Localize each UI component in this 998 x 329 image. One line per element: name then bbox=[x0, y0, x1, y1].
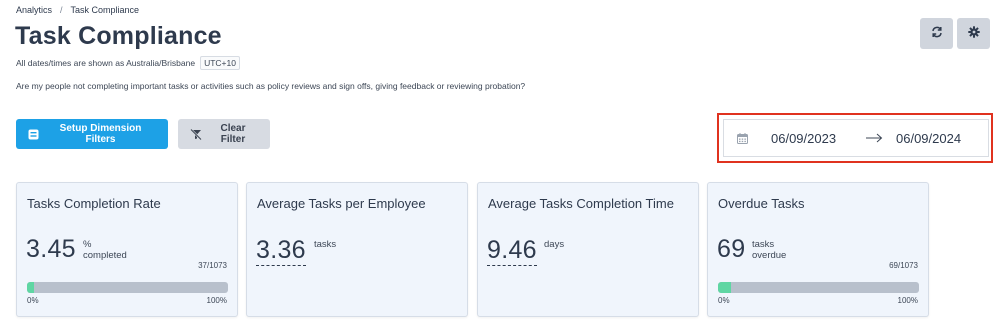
metric-card-title: Overdue Tasks bbox=[718, 196, 805, 211]
arrow-right-icon bbox=[865, 129, 883, 150]
settings-button[interactable] bbox=[957, 18, 990, 49]
date-range-end[interactable]: 06/09/2024 bbox=[896, 131, 961, 146]
progress-bar bbox=[27, 282, 228, 293]
progress-bar-fill bbox=[27, 282, 34, 293]
progress-max-label: 100% bbox=[897, 296, 918, 305]
date-range-start[interactable]: 06/09/2023 bbox=[771, 131, 836, 146]
date-range-picker[interactable]: 06/09/2023 06/09/2024 bbox=[723, 119, 989, 157]
breadcrumb: Analytics / Task Compliance bbox=[16, 5, 139, 15]
progress-min-label: 0% bbox=[27, 296, 39, 305]
metric-card-unit-line: completed bbox=[83, 250, 127, 261]
refresh-button[interactable] bbox=[920, 18, 953, 49]
filter-list-icon bbox=[28, 129, 39, 140]
metric-card-ratio: 37/1073 bbox=[198, 261, 227, 270]
filter-off-icon bbox=[190, 128, 202, 140]
page-title: Task Compliance bbox=[15, 22, 222, 50]
calendar-icon bbox=[737, 132, 748, 147]
progress-min-label: 0% bbox=[718, 296, 730, 305]
metric-card-unit: days bbox=[544, 239, 564, 250]
metric-card-completion-rate: Tasks Completion Rate 3.45 % completed 3… bbox=[16, 182, 238, 317]
metric-card-unit-line: % bbox=[83, 239, 92, 250]
setup-dimension-filters-label: Setup Dimension Filters bbox=[59, 123, 142, 145]
metric-card-value[interactable]: 3.36 bbox=[256, 235, 306, 266]
progress-bar bbox=[718, 282, 919, 293]
metric-card-value[interactable]: 9.46 bbox=[487, 235, 537, 266]
metric-card-unit-line: overdue bbox=[752, 250, 787, 261]
metric-card-unit: % completed bbox=[83, 239, 127, 261]
metric-card-value: 3.45 bbox=[26, 235, 76, 263]
setup-dimension-filters-button[interactable]: Setup Dimension Filters bbox=[16, 119, 168, 149]
breadcrumb-separator: / bbox=[60, 5, 63, 15]
page-description: Are my people not completing important t… bbox=[16, 81, 526, 91]
metric-card-unit: tasks bbox=[314, 239, 336, 250]
metric-card-unit-line: tasks bbox=[314, 239, 337, 250]
gear-icon bbox=[967, 26, 980, 41]
metric-card-title: Tasks Completion Rate bbox=[27, 196, 161, 211]
metric-card-overdue-tasks: Overdue Tasks 69 tasks overdue 69/1073 0… bbox=[707, 182, 929, 317]
metric-card-title: Average Tasks per Employee bbox=[257, 196, 426, 211]
metric-card-title: Average Tasks Completion Time bbox=[488, 196, 674, 211]
metric-card-ratio: 69/1073 bbox=[889, 261, 918, 270]
timezone-note: All dates/times are shown as Australia/B… bbox=[16, 56, 240, 70]
metric-card-avg-tasks-per-employee: Average Tasks per Employee 3.36 tasks bbox=[246, 182, 468, 317]
metric-card-unit: tasks overdue bbox=[752, 239, 786, 261]
metric-card-avg-completion-time: Average Tasks Completion Time 9.46 days bbox=[477, 182, 699, 317]
refresh-icon bbox=[931, 26, 943, 41]
metric-card-unit-line: days bbox=[544, 239, 565, 250]
clear-filter-label: Clear Filter bbox=[220, 123, 246, 145]
breadcrumb-link-analytics[interactable]: Analytics bbox=[16, 5, 52, 15]
progress-max-label: 100% bbox=[206, 296, 227, 305]
metric-card-unit-line: tasks bbox=[752, 239, 775, 250]
clear-filter-button[interactable]: Clear Filter bbox=[178, 119, 270, 149]
timezone-badge: UTC+10 bbox=[200, 56, 240, 70]
metric-card-value: 69 bbox=[717, 235, 746, 263]
breadcrumb-current: Task Compliance bbox=[70, 5, 140, 15]
progress-bar-fill bbox=[718, 282, 731, 293]
timezone-text: All dates/times are shown as Australia/B… bbox=[16, 58, 196, 68]
